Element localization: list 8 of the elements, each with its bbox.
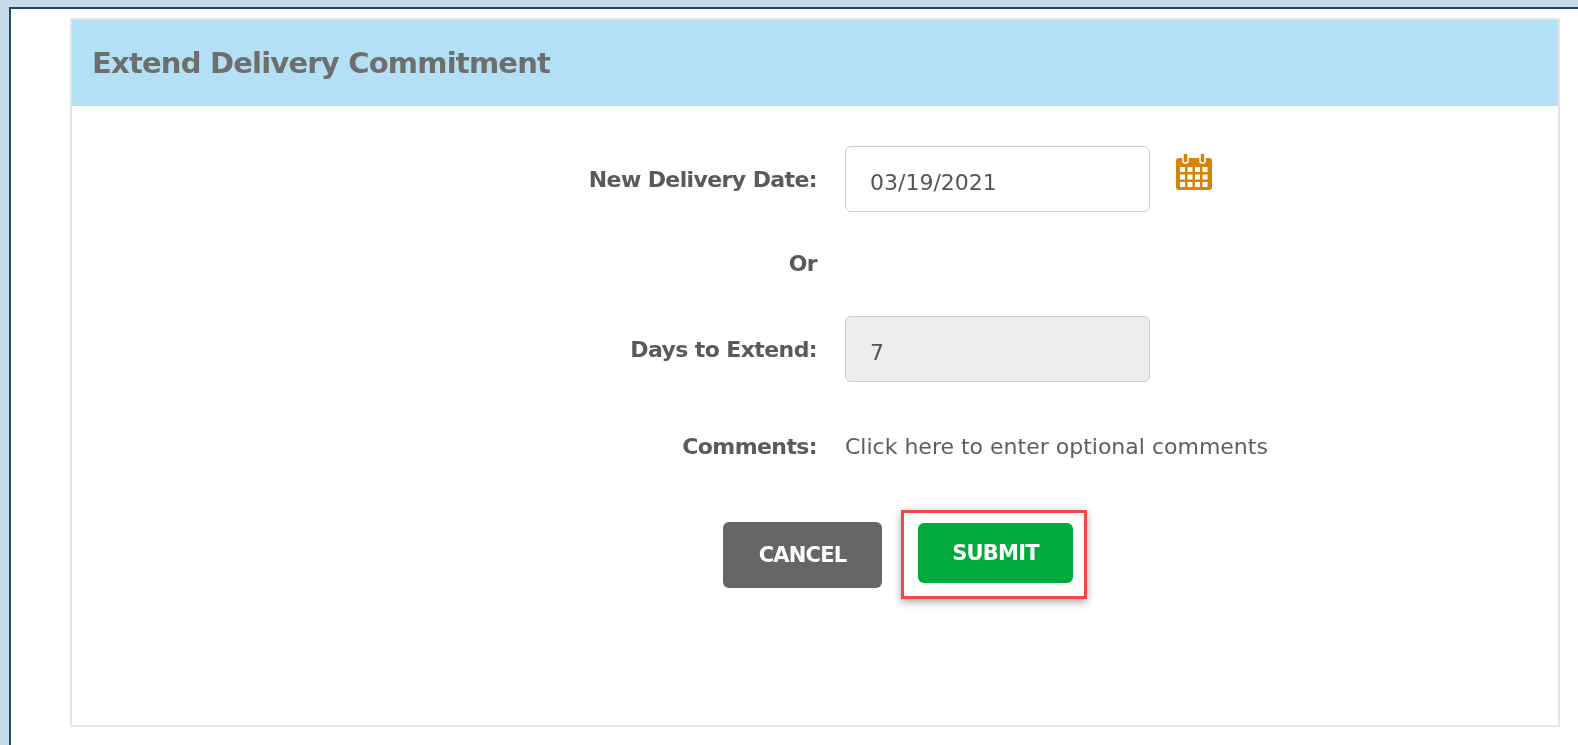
date-input-field[interactable]: 03/19/2021	[845, 146, 1150, 212]
field-label: Comments:	[681, 433, 817, 459]
cancel-button[interactable]: CANCEL	[723, 521, 882, 588]
panel-title: Extend Delivery Commitment	[92, 46, 551, 80]
field-label: Or	[787, 250, 817, 276]
field-label: New Delivery Date:	[587, 166, 817, 192]
calendar-icon[interactable]	[1174, 152, 1214, 192]
field-label: Days to Extend:	[629, 336, 817, 362]
